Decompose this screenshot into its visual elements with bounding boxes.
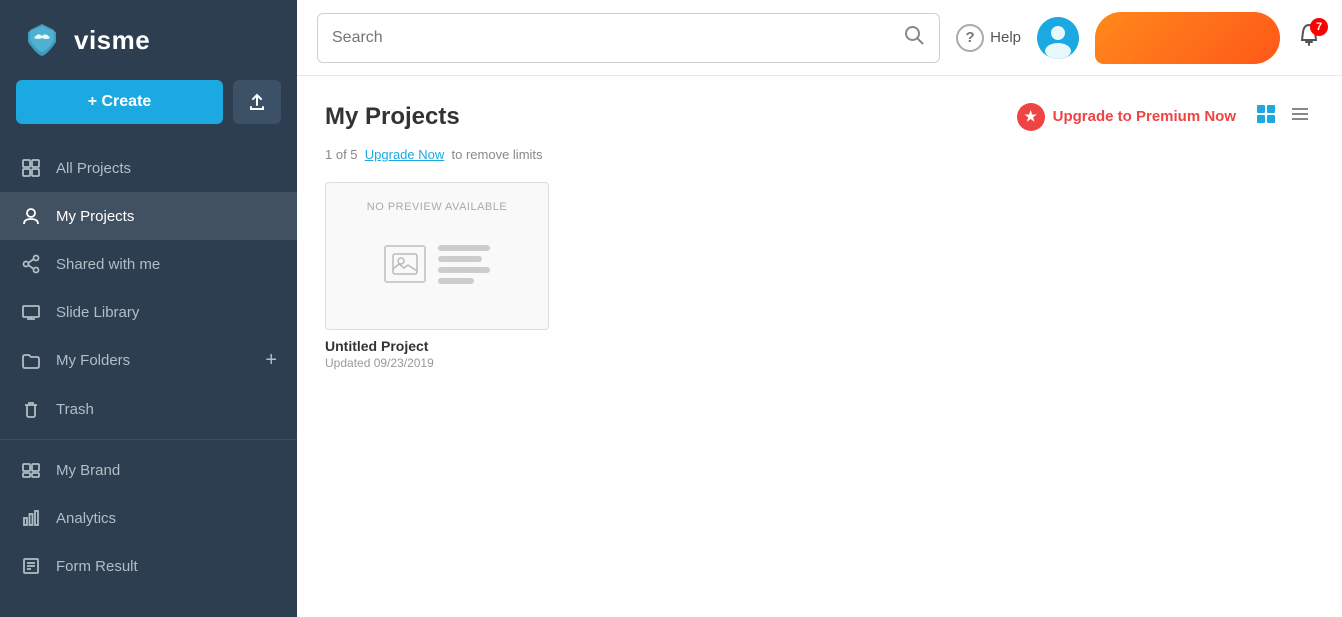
slides-icon	[20, 301, 42, 323]
thumb-icons	[384, 245, 490, 284]
grid-icon	[20, 157, 42, 179]
trash-icon	[20, 398, 42, 420]
projects-limit-text: to remove limits	[452, 147, 543, 162]
header: ? Help 7	[297, 0, 1342, 76]
sidebar-item-all-projects-label: All Projects	[56, 160, 131, 177]
list-view-button[interactable]	[1286, 100, 1314, 133]
upload-icon	[247, 92, 267, 112]
sidebar-item-my-projects-label: My Projects	[56, 208, 134, 225]
upgrade-to-premium-button[interactable]: ★ Upgrade to Premium Now	[1017, 103, 1236, 131]
project-name: Untitled Project	[325, 338, 549, 354]
sidebar-item-all-projects[interactable]: All Projects	[0, 144, 297, 192]
visme-logo-icon	[20, 18, 64, 62]
projects-count: 1 of 5	[325, 147, 358, 162]
sidebar-nav: All Projects My Projects	[0, 140, 297, 617]
sidebar-item-slide-library[interactable]: Slide Library	[0, 288, 297, 336]
sidebar-item-my-brand-label: My Brand	[56, 462, 120, 479]
sidebar: visme + Create All Projects	[0, 0, 297, 617]
projects-grid: NO PREVIEW AVAILABLE	[325, 182, 1314, 370]
view-toggle	[1252, 100, 1314, 133]
help-button[interactable]: ? Help	[956, 24, 1021, 52]
grid-view-button[interactable]	[1252, 100, 1280, 133]
help-label: Help	[990, 29, 1021, 46]
logo-text: visme	[74, 25, 150, 56]
sidebar-item-shared-label: Shared with me	[56, 256, 160, 273]
sidebar-item-my-folders-label: My Folders	[56, 352, 130, 369]
main-area: ? Help 7 My Projects ★	[297, 0, 1342, 617]
sidebar-item-analytics[interactable]: Analytics	[0, 494, 297, 542]
thumb-line-1	[438, 245, 490, 251]
form-icon	[20, 555, 42, 577]
sidebar-item-form-result[interactable]: Form Result	[0, 542, 297, 590]
thumb-line-2	[438, 256, 482, 262]
brand-icon	[20, 459, 42, 481]
no-preview-label: NO PREVIEW AVAILABLE	[367, 201, 507, 213]
action-area: + Create	[0, 80, 297, 140]
search-bar[interactable]	[317, 13, 940, 63]
upgrade-label: Upgrade to Premium Now	[1053, 108, 1236, 125]
share-icon	[20, 253, 42, 275]
sidebar-item-analytics-label: Analytics	[56, 510, 116, 527]
thumb-img-icon	[384, 245, 426, 283]
sidebar-item-form-result-label: Form Result	[56, 558, 138, 575]
logo-area: visme	[0, 0, 297, 80]
create-button[interactable]: + Create	[16, 80, 223, 124]
thumb-lines	[438, 245, 490, 284]
project-date: Updated 09/23/2019	[325, 356, 549, 370]
content-area: My Projects ★ Upgrade to Premium Now	[297, 76, 1342, 617]
help-icon: ?	[956, 24, 984, 52]
grid-view-icon	[1256, 104, 1276, 124]
image-placeholder-icon	[392, 253, 418, 275]
avatar[interactable]	[1037, 17, 1079, 59]
list-view-icon	[1290, 104, 1310, 124]
upgrade-now-link[interactable]: Upgrade Now	[365, 147, 445, 162]
notification-button[interactable]: 7	[1296, 22, 1322, 54]
thumb-line-3	[438, 267, 490, 273]
sidebar-item-my-projects[interactable]: My Projects	[0, 192, 297, 240]
folder-icon	[20, 350, 42, 372]
nav-divider	[0, 439, 297, 440]
analytics-icon	[20, 507, 42, 529]
star-icon: ★	[1017, 103, 1045, 131]
project-thumbnail: NO PREVIEW AVAILABLE	[325, 182, 549, 330]
thumb-line-4	[438, 278, 474, 284]
content-header: My Projects ★ Upgrade to Premium Now	[325, 100, 1314, 133]
sidebar-item-slide-library-label: Slide Library	[56, 304, 139, 321]
page-title: My Projects	[325, 103, 460, 131]
sidebar-item-my-folders[interactable]: My Folders +	[0, 336, 297, 385]
user-icon	[20, 205, 42, 227]
upload-button[interactable]	[233, 80, 281, 124]
add-folder-button[interactable]: +	[265, 349, 277, 372]
search-icon	[903, 24, 925, 52]
project-card[interactable]: NO PREVIEW AVAILABLE	[325, 182, 549, 370]
notification-badge: 7	[1310, 18, 1328, 36]
projects-meta: 1 of 5 Upgrade Now to remove limits	[325, 147, 1314, 162]
profile-blob[interactable]	[1095, 12, 1280, 64]
avatar-icon	[1037, 17, 1079, 59]
sidebar-item-trash[interactable]: Trash	[0, 385, 297, 433]
sidebar-item-my-brand[interactable]: My Brand	[0, 446, 297, 494]
sidebar-item-shared-with-me[interactable]: Shared with me	[0, 240, 297, 288]
search-input[interactable]	[332, 29, 903, 47]
sidebar-item-trash-label: Trash	[56, 401, 94, 418]
